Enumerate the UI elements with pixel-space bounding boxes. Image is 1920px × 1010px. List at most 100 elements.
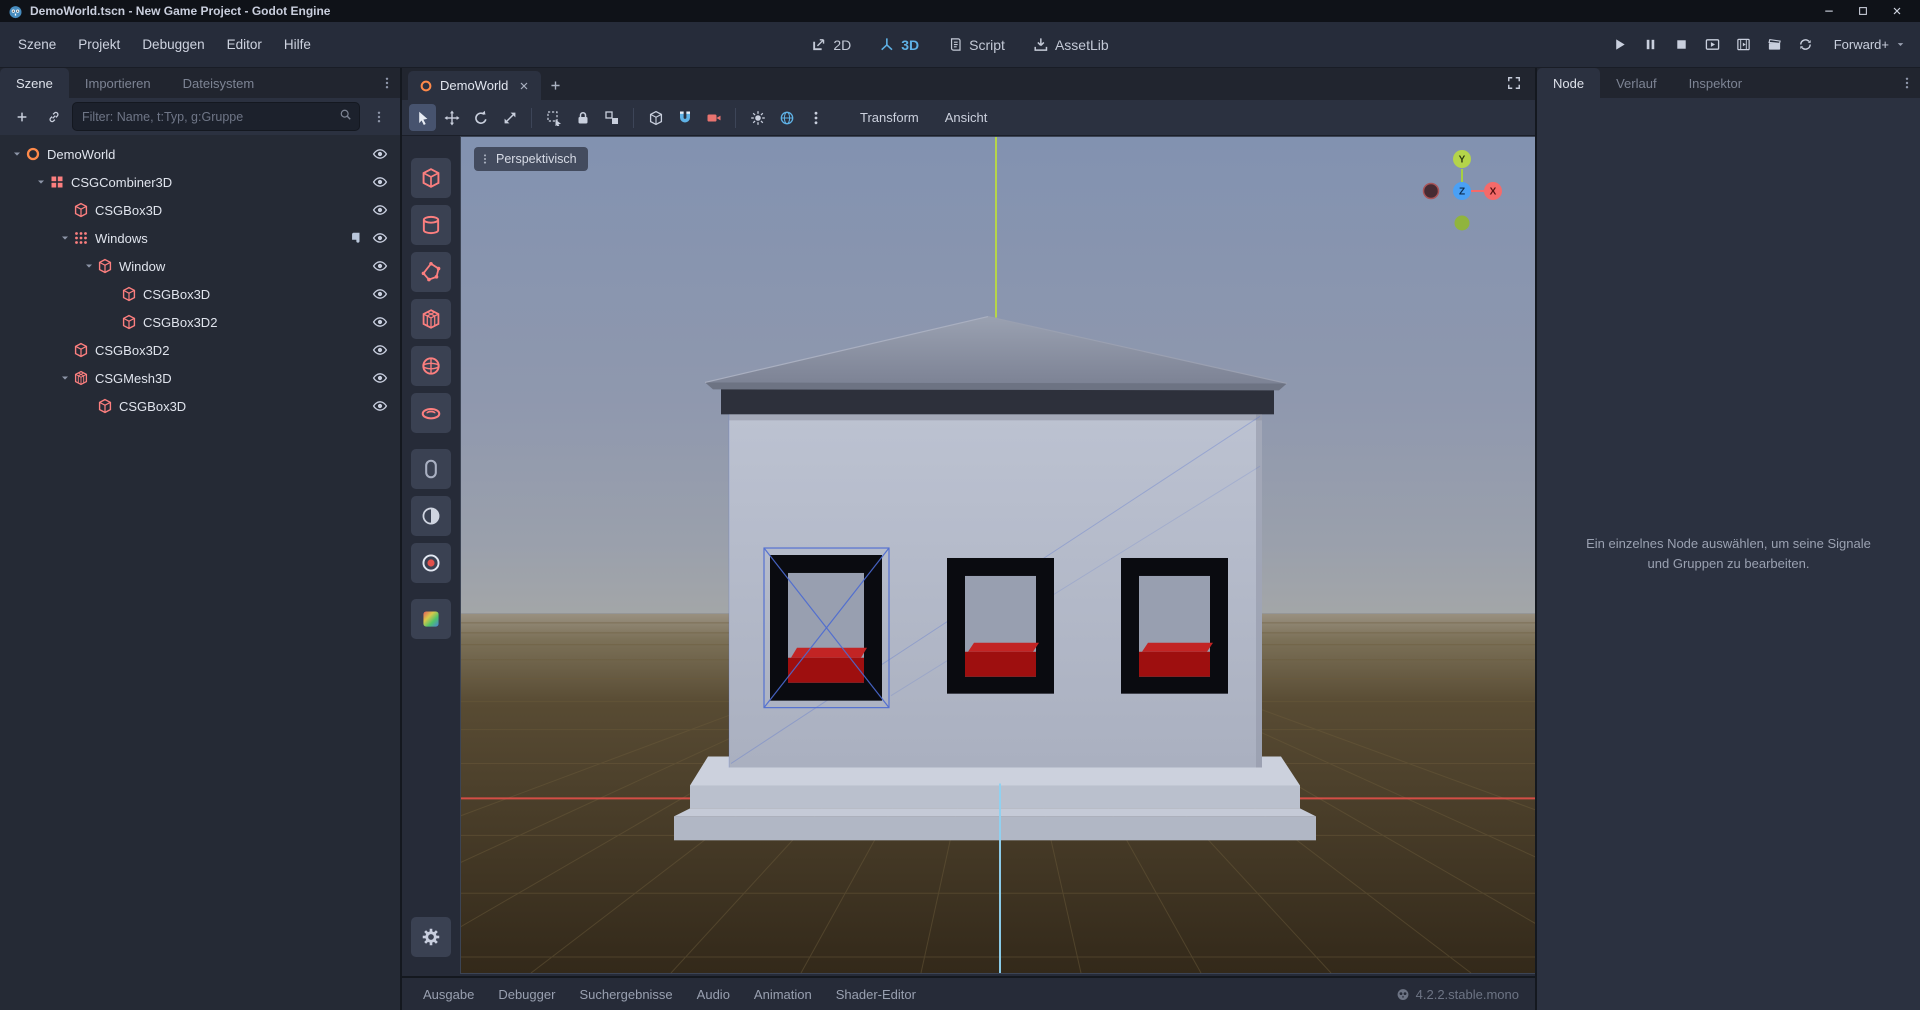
left-dock-dock-menu-button[interactable] — [374, 68, 400, 98]
collapse-arrow-icon[interactable] — [32, 174, 49, 190]
tree-node-demoworld-0[interactable]: DemoWorld — [0, 140, 400, 168]
contrast-toggle[interactable] — [411, 496, 451, 536]
bottom-tab-suchergebnisse[interactable]: Suchergebnisse — [568, 982, 683, 1007]
play-custom-scene-button[interactable] — [1733, 34, 1755, 56]
menu-editor[interactable]: Editor — [217, 31, 272, 58]
tree-node-csgbox3d2-7[interactable]: CSGBox3D2 — [0, 336, 400, 364]
bottom-tab-ausgabe[interactable]: Ausgabe — [412, 982, 485, 1007]
rotate-tool[interactable] — [467, 104, 494, 131]
sun-settings-button[interactable] — [744, 104, 771, 131]
bottom-tab-shader-editor[interactable]: Shader-Editor — [825, 982, 927, 1007]
menu-debuggen[interactable]: Debuggen — [132, 31, 214, 58]
viewport-menu-ansicht[interactable]: Ansicht — [934, 105, 999, 130]
scene-filter[interactable] — [72, 102, 360, 131]
capsule-tool[interactable] — [411, 449, 451, 489]
gradient-material-tool[interactable] — [411, 599, 451, 639]
csg-polygon-tool[interactable] — [411, 252, 451, 292]
collapse-arrow-icon[interactable] — [80, 258, 97, 274]
csg-cylinder-tool[interactable] — [411, 205, 451, 245]
stop-button[interactable] — [1671, 34, 1693, 56]
tree-node-csgmesh3d-8[interactable]: CSGMesh3D — [0, 364, 400, 392]
scene-tree-menu-button[interactable] — [365, 103, 392, 130]
close-tab-icon[interactable] — [518, 80, 530, 92]
box-select-tool[interactable] — [540, 104, 567, 131]
tree-node-csgbox3d2-6[interactable]: CSGBox3D2 — [0, 308, 400, 336]
collapse-arrow-icon[interactable] — [56, 230, 73, 246]
right-dock-tab-verlauf[interactable]: Verlauf — [1600, 68, 1672, 98]
tree-node-csgcombiner3d-1[interactable]: CSGCombiner3D — [0, 168, 400, 196]
titlebar: DemoWorld.tscn - New Game Project - Godo… — [0, 0, 1920, 22]
csg-cylinder-icon — [420, 214, 442, 236]
script-badge-icon[interactable] — [349, 231, 363, 245]
play-button[interactable] — [1609, 34, 1631, 56]
csg-box-tool[interactable] — [411, 158, 451, 198]
csg-mesh-tool[interactable] — [411, 299, 451, 339]
add-node-button[interactable] — [8, 103, 35, 130]
menu-szene[interactable]: Szene — [8, 31, 66, 58]
tree-node-csgbox3d-9[interactable]: CSGBox3D — [0, 392, 400, 420]
left-dock-tab-szene[interactable]: Szene — [0, 68, 69, 98]
orientation-gizmo[interactable]: Y Z X — [1417, 145, 1521, 241]
close-button[interactable] — [1880, 0, 1914, 22]
renderer-reload-button[interactable] — [1795, 34, 1817, 56]
bottom-tab-debugger[interactable]: Debugger — [487, 982, 566, 1007]
view-more-menu[interactable] — [802, 104, 829, 131]
scene-filter-input[interactable] — [80, 109, 339, 125]
new-scene-tab-button[interactable] — [541, 71, 569, 100]
environment-settings-button[interactable] — [773, 104, 800, 131]
collapse-arrow-icon[interactable] — [8, 146, 25, 162]
3d-viewport[interactable]: Perspektivisch Y Z X — [460, 136, 1535, 974]
visibility-eye-icon[interactable] — [372, 230, 388, 246]
menu-hilfe[interactable]: Hilfe — [274, 31, 321, 58]
right-dock-tab-node[interactable]: Node — [1537, 68, 1600, 98]
workspace-3d-button[interactable]: 3D — [873, 33, 925, 57]
tree-node-window-4[interactable]: Window — [0, 252, 400, 280]
visibility-eye-icon[interactable] — [372, 370, 388, 386]
visibility-eye-icon[interactable] — [372, 146, 388, 162]
tree-node-csgbox3d-2[interactable]: CSGBox3D — [0, 196, 400, 224]
workspace-2d-button[interactable]: 2D — [805, 33, 857, 57]
menu-projekt[interactable]: Projekt — [68, 31, 130, 58]
right-dock-tab-inspektor[interactable]: Inspektor — [1673, 68, 1758, 98]
workspace-assetlib-button[interactable]: AssetLib — [1027, 33, 1115, 57]
tree-node-windows-3[interactable]: Windows — [0, 224, 400, 252]
lock-node-button[interactable] — [569, 104, 596, 131]
minimize-button[interactable] — [1812, 0, 1846, 22]
csg-sphere-tool[interactable] — [411, 346, 451, 386]
play-scene-button[interactable] — [1702, 34, 1724, 56]
visibility-eye-icon[interactable] — [372, 202, 388, 218]
bottom-tab-audio[interactable]: Audio — [686, 982, 741, 1007]
instance-scene-button[interactable] — [40, 103, 67, 130]
maximize-button[interactable] — [1846, 0, 1880, 22]
visibility-eye-icon[interactable] — [372, 342, 388, 358]
focus-point-toggle[interactable] — [411, 543, 451, 583]
group-node-button[interactable] — [598, 104, 625, 131]
viewport-settings-button[interactable] — [411, 917, 451, 957]
move-tool[interactable] — [438, 104, 465, 131]
renderer-select[interactable]: Forward+ — [1834, 37, 1906, 52]
visibility-eye-icon[interactable] — [372, 174, 388, 190]
tree-node-csgbox3d-5[interactable]: CSGBox3D — [0, 280, 400, 308]
right-dock-dock-menu-button[interactable] — [1894, 68, 1920, 98]
local-space-toggle[interactable] — [642, 104, 669, 131]
select-tool[interactable] — [409, 104, 436, 131]
bottom-tab-animation[interactable]: Animation — [743, 982, 823, 1007]
workspace-script-button[interactable]: Script — [941, 33, 1011, 57]
visibility-eye-icon[interactable] — [372, 314, 388, 330]
collapse-arrow-icon[interactable] — [56, 370, 73, 386]
distraction-free-button[interactable] — [1503, 72, 1525, 94]
visibility-eye-icon[interactable] — [372, 258, 388, 274]
left-dock-tab-dateisystem[interactable]: Dateisystem — [167, 68, 271, 98]
viewport-menu-transform[interactable]: Transform — [849, 105, 930, 130]
csg-torus-tool[interactable] — [411, 393, 451, 433]
visibility-eye-icon[interactable] — [372, 286, 388, 302]
visibility-eye-icon[interactable] — [372, 398, 388, 414]
left-dock-tab-importieren[interactable]: Importieren — [69, 68, 167, 98]
snap-toggle[interactable] — [671, 104, 698, 131]
scale-tool[interactable] — [496, 104, 523, 131]
scene-tab-demoworld[interactable]: DemoWorld — [408, 71, 541, 100]
pause-button[interactable] — [1640, 34, 1662, 56]
movie-maker-button[interactable] — [1764, 34, 1786, 56]
camera-preview-toggle[interactable] — [700, 104, 727, 131]
view-mode-label[interactable]: Perspektivisch — [474, 147, 588, 171]
